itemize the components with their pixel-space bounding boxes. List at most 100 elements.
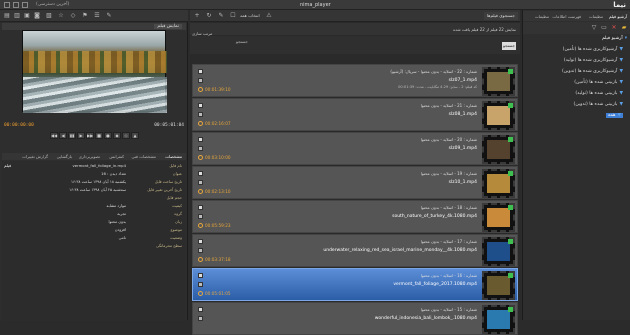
maximize-window-icon[interactable] <box>13 2 19 8</box>
refresh-icon[interactable]: ↻ <box>206 13 212 19</box>
clock-icon <box>198 155 203 160</box>
save-icon[interactable]: ▥ <box>14 13 20 19</box>
close-window-icon[interactable] <box>4 2 10 8</box>
tab-shooting[interactable]: تصویربرداری <box>79 154 100 159</box>
tab-settings[interactable]: تنظیمات <box>589 14 603 19</box>
minimize-window-icon[interactable] <box>22 2 28 8</box>
edit-icon[interactable] <box>198 146 203 151</box>
fast-forward-button[interactable]: ▶▶ <box>86 132 94 139</box>
tab-change-log[interactable]: گزارش تغییرات <box>22 154 48 159</box>
video-list-item[interactable]: شماره : 17 - اسلاید - بدون محتوا underwat… <box>192 234 518 267</box>
info-icon[interactable] <box>198 239 203 244</box>
select-all-icon[interactable]: ☐ <box>230 13 236 19</box>
edit-icon[interactable] <box>198 248 203 253</box>
stop-button[interactable]: ■ <box>95 132 103 139</box>
edit-item-icon[interactable]: ✎ <box>218 13 224 19</box>
video-list-item[interactable]: شماره : 20 - اسلاید - بدون محتوا slz09_1.… <box>192 132 518 165</box>
info-icon[interactable] <box>198 171 203 176</box>
eject-button[interactable]: ▲ <box>131 132 139 139</box>
video-list-item[interactable]: شماره : 18 - اسلاید - بدون محتوا south_na… <box>192 200 518 233</box>
edit-icon[interactable] <box>198 112 203 117</box>
total-timecode: 00:05:01:04 <box>154 123 184 128</box>
tree-item[interactable]: همه ▼ <box>605 113 623 118</box>
image-icon[interactable]: ▣ <box>24 13 30 19</box>
tag-icon[interactable]: ◇ <box>70 13 76 19</box>
tab-details[interactable]: مشخصات <box>165 154 182 159</box>
search-button[interactable]: جستجو <box>502 42 516 50</box>
tab-search-videos[interactable]: جستجوی فیلم‌ها <box>484 12 518 20</box>
edit-icon[interactable] <box>198 78 203 83</box>
camera-icon[interactable]: ◙ <box>34 13 40 19</box>
pause-button[interactable]: ▮▮ <box>68 132 76 139</box>
video-thumbnail[interactable] <box>482 101 515 130</box>
edit-icon[interactable] <box>198 180 203 185</box>
tree-item[interactable]: آرشیوکاربری شده ها (تدوین) ▼ <box>562 69 623 74</box>
mark-out-button[interactable]: ◇ <box>122 132 130 139</box>
folder-open-icon[interactable]: ▰ <box>621 25 627 31</box>
video-thumbnail[interactable] <box>482 67 515 96</box>
video-preview[interactable] <box>22 30 167 113</box>
tree-item[interactable]: آرشیوکاربری شده ها (تأمین) ▼ <box>563 47 623 52</box>
tree-item[interactable]: آرشیوکاربری شده ها (تولید) ▼ <box>564 58 623 63</box>
video-list-item[interactable]: شماره : 21 - اسلاید - بدون محتوا slz08_1.… <box>192 98 518 131</box>
prop-key: کیفیت <box>172 203 182 208</box>
folder-icon[interactable]: ▤ <box>4 13 10 19</box>
select-all-label[interactable]: انتخاب همه <box>240 13 260 18</box>
tree-item[interactable]: بازبینی شده ها (تأمین) ▼ <box>574 80 623 85</box>
flag-icon[interactable]: ⚑ <box>82 13 88 19</box>
info-icon[interactable] <box>198 273 203 278</box>
video-list-item[interactable]: شماره : 22 - اسلاید - بدون محتوا - سریال… <box>192 64 518 97</box>
video-thumbnail[interactable] <box>482 203 515 232</box>
tree-item[interactable]: آرشیو فیلم ▾ <box>602 36 627 41</box>
filter-icon[interactable]: ▽ <box>591 25 597 31</box>
tree-item[interactable]: بازبینی شده ها (تدوین) ▼ <box>574 102 623 107</box>
tab-archive[interactable]: آرشیو فیلم <box>609 14 627 19</box>
edit-icon[interactable] <box>198 214 203 219</box>
clip-icon[interactable]: ▧ <box>46 13 52 19</box>
video-list-item[interactable]: شماره : 16 - اسلاید - بدون محتوا vermont_… <box>192 268 518 301</box>
mark-in-button[interactable]: ◆ <box>113 132 121 139</box>
edit-icon[interactable]: ✎ <box>106 13 112 19</box>
video-list-item[interactable]: شماره : 19 - اسلاید - بدون محتوا slz10_1.… <box>192 166 518 199</box>
delete-icon[interactable]: ✕ <box>611 25 617 31</box>
tab-review[interactable]: بازگشایی <box>57 154 72 159</box>
thumbnail-image <box>487 140 510 159</box>
tab-config[interactable]: تنظیمات <box>535 14 549 19</box>
edit-icon[interactable] <box>198 316 203 321</box>
prop-value: بدون محتوا <box>108 219 126 224</box>
tab-info-list[interactable]: فهرست اطلاعات <box>552 14 581 19</box>
warning-icon[interactable]: ⚠ <box>266 13 272 19</box>
video-thumbnail[interactable] <box>482 237 515 266</box>
video-thumbnail[interactable] <box>482 271 515 300</box>
list-icon[interactable]: ☰ <box>94 13 100 19</box>
play-button[interactable]: ▶ <box>77 132 85 139</box>
new-folder-icon[interactable]: ▭ <box>601 25 607 31</box>
video-thumbnail[interactable] <box>482 169 515 198</box>
info-icon[interactable] <box>198 103 203 108</box>
info-icon[interactable] <box>198 307 203 312</box>
tab-player[interactable]: نمایش فیلم <box>154 24 182 29</box>
tab-conference[interactable]: کنفرانس <box>109 154 124 159</box>
prop-value: سه‌شنبه ۲۵ آبان ۱۳۹۸ ساعت ۱۶:۳۸ <box>69 187 126 192</box>
tree-item[interactable]: بازبینی شده ها (تولید) ▼ <box>575 91 623 96</box>
prop-value: vermont_fall_foliage_in.mp4 <box>72 163 127 168</box>
video-list-item[interactable]: شماره : 15 - اسلاید - بدون محتوا wonderfu… <box>192 302 518 335</box>
rewind-button[interactable]: ◀◀ <box>50 132 58 139</box>
video-thumbnail[interactable] <box>482 135 515 164</box>
info-icon[interactable] <box>198 69 203 74</box>
info-icon[interactable] <box>198 205 203 210</box>
thumbnail-image <box>487 242 510 261</box>
tab-technical[interactable]: مشخصات فنی <box>132 154 156 159</box>
sort-dropdown[interactable]: مرتب سازی <box>192 31 212 36</box>
item-duration: 00:05:59:23 <box>205 223 231 228</box>
add-icon[interactable]: + <box>194 13 200 19</box>
filter-funnel-icon: ▼ <box>619 80 623 85</box>
record-button[interactable]: ● <box>104 132 112 139</box>
step-back-button[interactable]: ◀ <box>59 132 67 139</box>
clock-icon <box>198 223 203 228</box>
title-bar: (آخرین دسترسی) nima_player نیما <box>0 0 630 10</box>
edit-icon[interactable] <box>198 282 203 287</box>
properties-tabs: مشخصات مشخصات فنی کنفرانس تصویربرداری با… <box>2 153 186 160</box>
star-icon[interactable]: ☆ <box>58 13 64 19</box>
info-icon[interactable] <box>198 137 203 142</box>
